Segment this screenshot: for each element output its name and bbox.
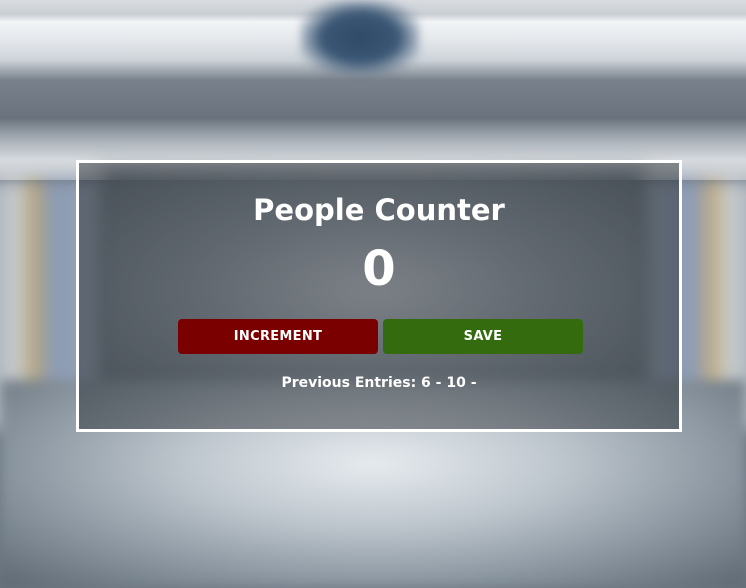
page-title: People Counter (253, 193, 505, 227)
count-display: 0 (362, 241, 396, 297)
background-ceiling (0, 0, 746, 180)
counter-panel: People Counter 0 INCREMENT SAVE Previous… (76, 160, 682, 432)
previous-entries: Previous Entries: 6 - 10 - (281, 375, 477, 391)
increment-button[interactable]: INCREMENT (178, 319, 378, 354)
save-button[interactable]: SAVE (383, 319, 583, 354)
